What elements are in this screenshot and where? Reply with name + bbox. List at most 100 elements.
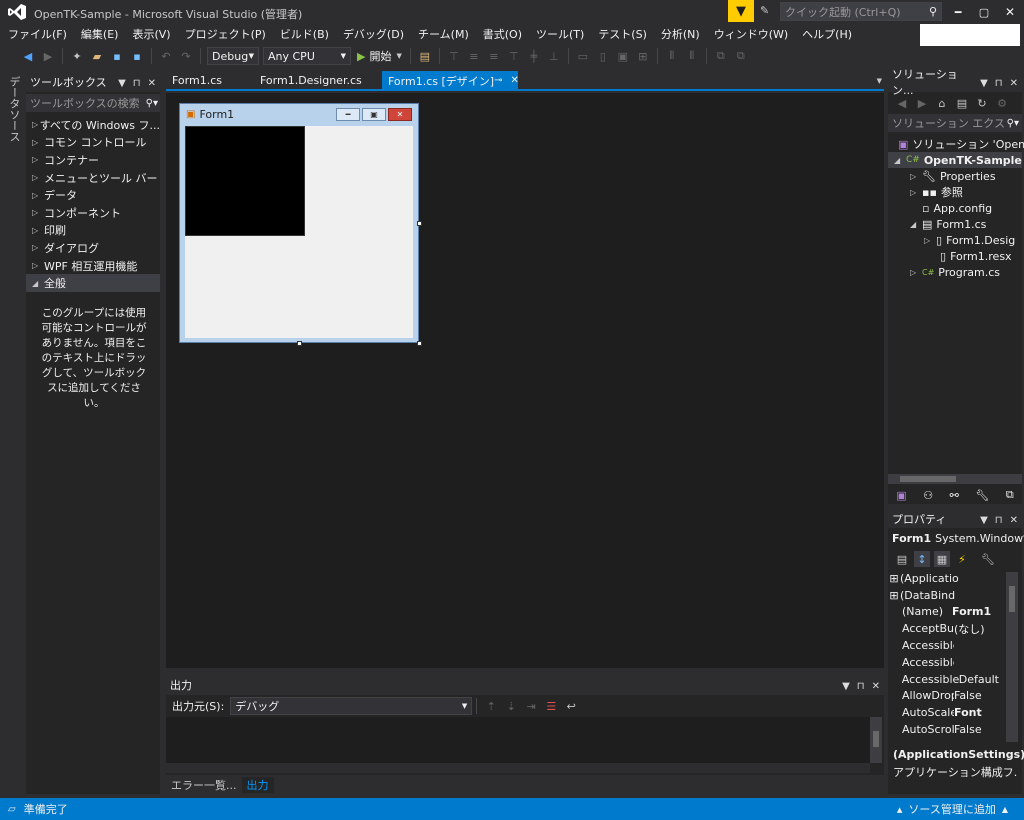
property-row[interactable]: (Name) Form1 [888,604,1006,621]
property-pages-icon[interactable]: 🔧︎ [980,551,996,567]
data-sources-tab[interactable]: データソース [6,76,22,142]
menu-format[interactable]: 書式(O) [476,26,529,42]
property-value[interactable]: Default [959,673,1006,686]
tab-form1-designer-cs[interactable]: Form1.Designer.cs [254,71,382,90]
property-row[interactable]: Accessible [888,654,1006,671]
toolbox-search[interactable]: ツールボックスの検索 ⚲▾ [26,94,160,112]
menu-file[interactable]: ファイル(F) [1,26,74,42]
property-value[interactable]: False [954,689,1002,702]
make-same-width-icon[interactable]: ▭ [575,48,591,64]
tree-appconfig[interactable]: ▫ App.config [888,200,1022,216]
align-bottom-icon[interactable]: ⊥ [546,48,562,64]
resize-handle[interactable] [417,341,422,346]
pin-icon[interactable]: ⊓ [857,681,865,692]
align-top-icon[interactable]: ⊤ [506,48,522,64]
toolbox-group-active[interactable]: ◢ 全般 [26,274,160,292]
output-source-select[interactable]: デバッグ ▼ [230,697,473,715]
property-row[interactable]: ⊞ (DataBind [888,587,1006,604]
form1-design-window[interactable]: ▣ Form1 ━ ▣ ✕ [179,103,419,343]
property-row[interactable]: AutoScale Font [888,704,1006,721]
form1-client-area[interactable] [185,126,413,338]
output-text-area[interactable] [166,717,870,763]
dropdown-icon[interactable]: ▼ [118,78,126,89]
pin-icon[interactable]: ⊓ [995,515,1003,526]
spacing-icon[interactable]: ⫴ [664,48,680,64]
bring-front-icon[interactable]: ⧉ [713,48,729,64]
solution-explorer-hscrollbar[interactable] [888,474,1022,484]
dropdown-icon[interactable]: ▼ [842,681,850,692]
word-wrap-icon[interactable]: ↩ [563,698,579,714]
close-icon[interactable]: ✕ [510,75,518,86]
menu-edit[interactable]: 編集(E) [74,26,126,42]
property-row[interactable]: Accessible Default [888,671,1006,688]
solution-explorer-tab-icon[interactable]: ▣ [896,489,906,502]
pin-icon[interactable]: ⊓ [995,78,1003,89]
align-right-icon[interactable]: ≡ [486,48,502,64]
toolbox-search-input[interactable]: ツールボックスの検索 [30,95,140,111]
redo-icon[interactable]: ↷ [178,48,194,64]
close-icon[interactable]: ✕ [148,78,156,89]
quick-launch-input[interactable]: クイック起動 (Ctrl+Q) [785,4,901,20]
search-icon[interactable]: ⚲▾ [1007,118,1019,129]
goto-next-icon[interactable]: ⇣ [503,698,519,714]
start-button[interactable]: ▶ 開始 ▼ [357,48,402,64]
find-message-icon[interactable]: ⇥ [523,698,539,714]
toolbox-group[interactable]: ▷ メニューとツール バー [26,169,160,187]
new-project-icon[interactable]: ✦ [69,48,85,64]
close-button[interactable]: ✕ [998,3,1022,21]
menu-project[interactable]: プロジェクト(P) [178,26,273,42]
menu-window[interactable]: ウィンドウ(W) [707,26,795,42]
undo-icon[interactable]: ↶ [158,48,174,64]
tab-output[interactable]: 出力 [241,777,274,793]
back-icon[interactable]: ◀ [20,48,36,64]
forward-icon[interactable]: ▶ [40,48,56,64]
data-sources-strip[interactable]: データソース [0,70,26,798]
glcontrol-black-area[interactable] [185,126,305,236]
save-all-icon[interactable]: ▪ [129,48,145,64]
menu-build[interactable]: ビルド(B) [273,26,336,42]
property-value[interactable]: False [954,723,1002,736]
add-to-source-control-button[interactable]: ▴ ソース管理に追加 ▲ [897,801,1008,817]
properties-tab-icon[interactable]: 🔧︎ [975,489,989,502]
property-value[interactable]: Font [954,706,1002,719]
output-vertical-scrollbar[interactable] [870,717,882,763]
tree-form1resx[interactable]: ▯ Form1.resx [888,248,1022,264]
solution-config-select[interactable]: Debug ▼ [207,47,259,65]
solution-explorer-search[interactable]: ソリューション エクス ⚲▾ [888,114,1022,132]
feedback-icon[interactable]: ✎ [760,4,774,18]
expand-plus-icon[interactable]: ⊞ [888,589,900,602]
tab-error-list[interactable]: エラー一覧... [166,777,242,793]
menu-analyze[interactable]: 分析(N) [654,26,707,42]
back-icon[interactable]: ◀ [894,95,910,111]
scroll-thumb[interactable] [1009,586,1015,612]
tab-overflow-icon[interactable]: ▼ [877,77,882,85]
notification-flag-icon[interactable]: ▼ [728,0,754,22]
goto-previous-icon[interactable]: ⇡ [483,698,499,714]
minimize-button[interactable]: ━ [946,3,970,21]
tree-properties[interactable]: ▷ 🔧︎ Properties [888,168,1022,184]
tree-form1designer[interactable]: ▷ ▯ Form1.Desig [888,232,1022,248]
pin-icon[interactable]: ⊓ [133,78,141,89]
tree-program[interactable]: ▷ C# Program.cs [888,264,1022,280]
open-file-icon[interactable]: ▰ [89,48,105,64]
expand-plus-icon[interactable]: ⊞ [888,572,900,585]
tree-references[interactable]: ▷ ▪▪ 参照 [888,184,1022,200]
designer-surface[interactable]: ▣ Form1 ━ ▣ ✕ [166,93,884,668]
tree-form1cs[interactable]: ◢ ▤ Form1.cs [888,216,1022,232]
toolbox-group[interactable]: ▷ すべての Windows フ... [26,116,160,134]
property-value[interactable]: (なし) [954,621,1002,637]
menu-help[interactable]: ヘルプ(H) [795,26,859,42]
tab-form1-design[interactable]: Form1.cs [デザイン] ⊸ ✕ [382,71,519,90]
toolbox-group[interactable]: ▷ コンテナー [26,151,160,169]
settings-icon[interactable]: ⚙ [994,95,1010,111]
tree-project[interactable]: ◢ C# OpenTK-Sample [888,152,1022,168]
property-row[interactable]: AcceptBut (なし) [888,620,1006,637]
tree-solution[interactable]: ▣ ソリューション 'OpenT [888,136,1024,152]
send-back-icon[interactable]: ⧉ [733,48,749,64]
tab-form1-cs[interactable]: Form1.cs [166,71,254,90]
toolbox-group[interactable]: ▷ コンポーネント [26,204,160,222]
clear-all-icon[interactable]: ☰ [543,698,559,714]
align-center-icon[interactable]: ≡ [466,48,482,64]
forward-icon[interactable]: ▶ [914,95,930,111]
spacing-icon[interactable]: ⫴ [684,48,700,64]
